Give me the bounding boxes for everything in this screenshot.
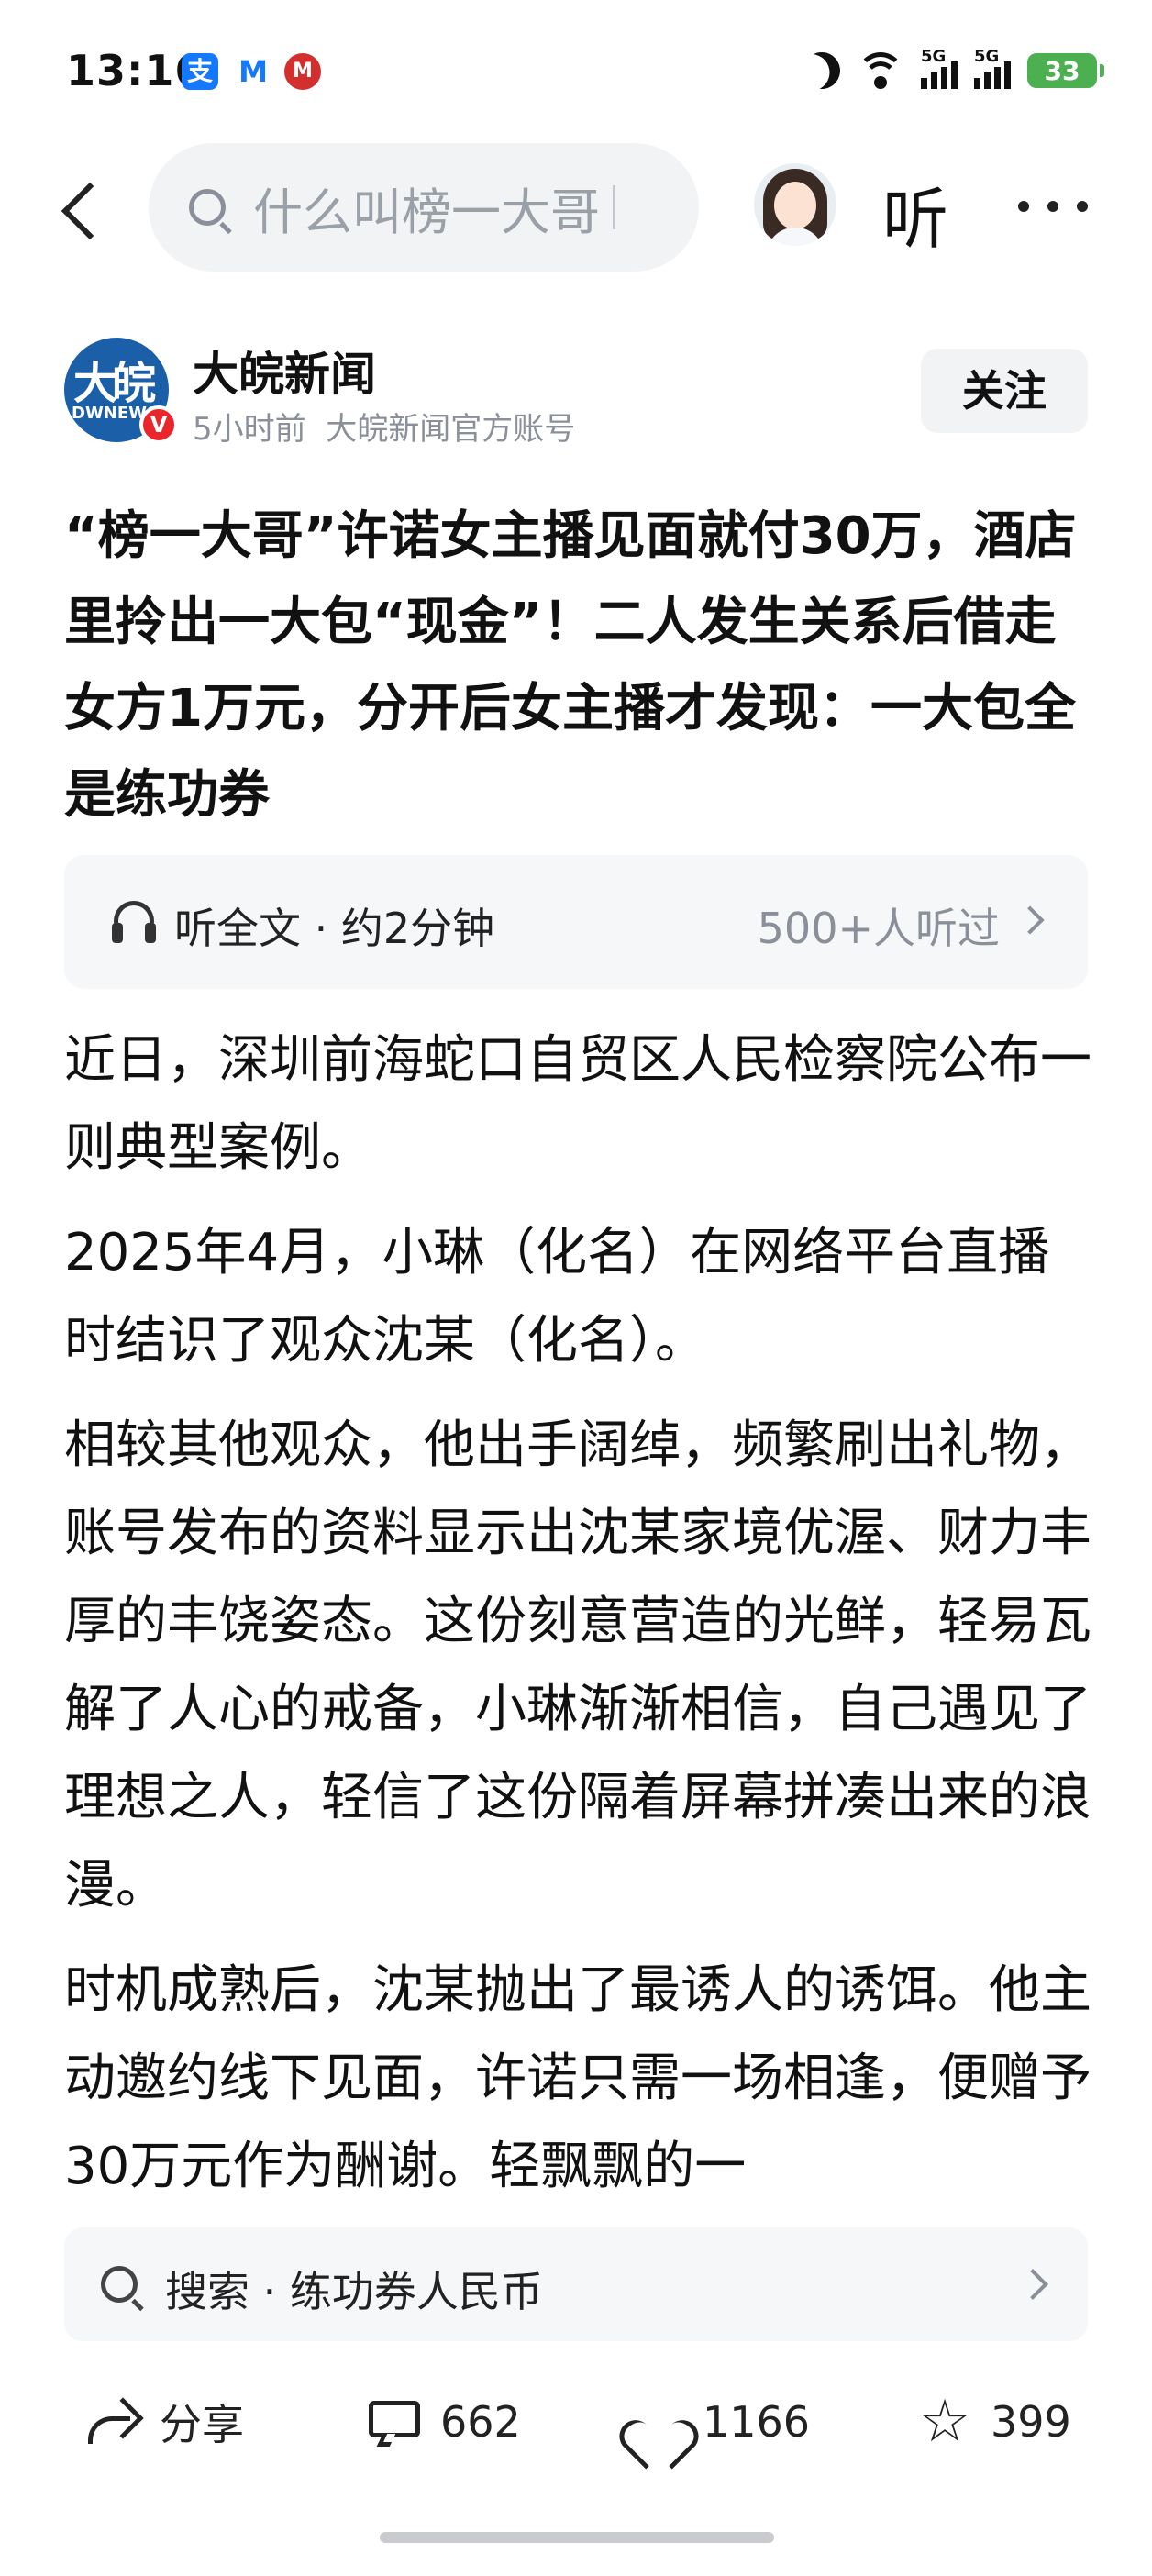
author-row: 大皖 DWNEWS V 大皖新闻 5小时前 大皖新闻官方账号 关注	[64, 338, 1088, 448]
comment-icon	[367, 2397, 422, 2447]
chevron-right-icon	[1017, 2269, 1048, 2300]
status-bar: 13:16 支 M M 5G 5G 33	[0, 0, 1152, 138]
share-button[interactable]: 分享	[84, 2385, 244, 2459]
metro-card-icon: M	[238, 54, 268, 89]
like-button[interactable]: 1166	[629, 2385, 810, 2459]
comment-count: 662	[440, 2397, 521, 2447]
search-input[interactable]: 什么叫榜一大哥	[149, 143, 699, 272]
more-options-icon[interactable]	[1018, 174, 1088, 239]
favorite-button[interactable]: ☆ 399	[917, 2385, 1071, 2459]
article-body: 近日，深圳前海蛇口自贸区人民检察院公布一则典型案例。 2025年4月，小琳（化名…	[64, 1016, 1101, 2220]
do-not-disturb-icon	[797, 46, 847, 96]
listen-label: 听全文 · 约2分钟	[174, 904, 495, 953]
article-paragraph: 近日，深圳前海蛇口自贸区人民检察院公布一则典型案例。	[64, 1030, 1091, 1178]
share-icon	[84, 2396, 144, 2448]
article-paragraph: 2025年4月，小琳（化名）在网络平台直播时结识了观众沈某（化名）。	[64, 1223, 1050, 1371]
search-icon	[189, 189, 226, 226]
follow-button[interactable]: 关注	[921, 349, 1088, 433]
comment-button[interactable]: 662	[367, 2385, 521, 2459]
network-type-2: 5G	[974, 47, 1000, 66]
battery-icon: 33	[1027, 53, 1104, 88]
battery-level: 33	[1044, 55, 1080, 86]
search-placeholder: 什么叫榜一大哥	[253, 183, 600, 241]
search-icon	[101, 2266, 138, 2303]
article-title: “榜一大哥”许诺女主播见面就付30万，酒店里拎出一大包“现金”！二人发生关系后借…	[64, 506, 1077, 825]
favorite-count: 399	[991, 2397, 1071, 2447]
bottom-action-bar: 分享 662 1166 ☆ 399	[0, 2367, 1152, 2477]
assistant-avatar[interactable]	[754, 163, 836, 246]
back-button[interactable]	[51, 171, 106, 250]
wifi-icon	[857, 52, 904, 89]
star-icon: ☆	[918, 2388, 971, 2456]
signal-icon-2: 5G	[974, 47, 1011, 89]
share-label: 分享	[160, 2400, 244, 2449]
signal-icon-1: 5G	[921, 47, 958, 89]
home-indicator[interactable]	[380, 2532, 774, 2543]
account-type: 大皖新闻官方账号	[326, 411, 576, 448]
network-type-1: 5G	[921, 47, 947, 66]
related-search-label: 搜索 · 练功券人民币	[165, 2267, 543, 2316]
article-paragraph: 相较其他观众，他出手阔绰，频繁刷出礼物，账号发布的资料显示出沈某家境优渥、财力丰…	[64, 1416, 1091, 1915]
author-meta: 5小时前 大皖新闻官方账号	[193, 404, 575, 449]
heart-icon	[629, 2396, 684, 2448]
alipay-icon: 支	[182, 53, 218, 90]
listen-count: 500+人听过	[757, 904, 1000, 953]
top-nav: 什么叫榜一大哥 听	[0, 138, 1152, 284]
status-indicators: 5G 5G 33	[803, 47, 1104, 94]
headphone-icon	[112, 901, 156, 943]
article-paragraph: 时机成熟后，沈某抛出了最诱人的诱饵。他主动邀约线下见面，许诺只需一场相逢，便赠予…	[64, 1960, 1091, 2196]
author-logo-text: 大皖	[73, 358, 156, 409]
bank-app-icon: M	[284, 53, 321, 90]
listen-full-article-bar[interactable]: 听全文 · 约2分钟 500+人听过	[64, 855, 1088, 989]
chevron-right-icon	[1015, 905, 1045, 935]
like-count: 1166	[703, 2397, 811, 2447]
verified-badge-icon: V	[139, 405, 178, 444]
search-caret	[613, 185, 615, 229]
publish-time: 5小时前	[193, 411, 306, 448]
listen-button[interactable]: 听	[882, 165, 948, 261]
related-search-bar[interactable]: 搜索 · 练功券人民币	[64, 2227, 1088, 2341]
author-name[interactable]: 大皖新闻	[193, 338, 376, 404]
